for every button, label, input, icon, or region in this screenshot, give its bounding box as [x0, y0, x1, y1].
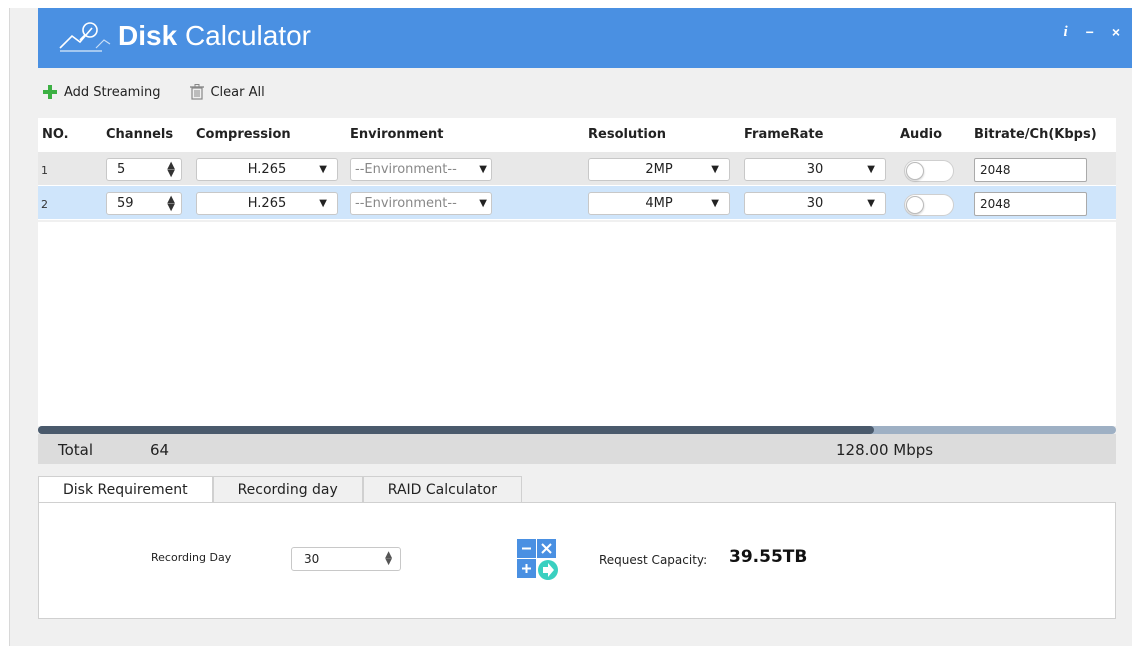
resolution-select[interactable]: 2MP ▼	[588, 158, 730, 181]
recording-day-value: 30	[304, 552, 320, 566]
framerate-value: 30	[806, 162, 824, 177]
chevron-down-icon: ▼	[867, 164, 875, 175]
header-audio: Audio	[900, 127, 943, 142]
compression-select[interactable]: H.265 ▼	[196, 158, 338, 181]
compression-value: H.265	[247, 196, 287, 211]
total-label: Total	[58, 441, 94, 459]
minimize-button[interactable]: −	[1086, 24, 1094, 41]
chevron-down-icon: ▼	[711, 164, 719, 175]
streaming-table: NO. Channels Compression Environment Res…	[38, 118, 1116, 220]
channels-value: 59	[117, 196, 134, 211]
resolution-select[interactable]: 4MP ▼	[588, 192, 730, 215]
toggle-knob	[906, 162, 924, 180]
environment-value: --Environment--	[355, 196, 457, 211]
disk-requirement-panel: Recording Day 30 ▲ ▼ Request Capacity: 39…	[38, 502, 1116, 619]
chevron-down-icon: ▼	[319, 164, 327, 175]
channels-value: 5	[117, 162, 126, 177]
toolbar: Add Streaming Clear All	[42, 84, 265, 100]
compression-select[interactable]: H.265 ▼	[196, 192, 338, 215]
app-title-bold: Disk	[118, 20, 178, 51]
clear-all-label: Clear All	[210, 84, 265, 100]
toggle-knob	[906, 196, 924, 214]
framerate-select[interactable]: 30 ▼	[744, 158, 886, 181]
up-down-arrows-icon[interactable]: ▲ ▼	[167, 161, 175, 179]
header-channels: Channels	[106, 127, 174, 142]
app-title: Disk Calculator	[118, 20, 311, 52]
framerate-value: 30	[806, 196, 824, 211]
environment-select[interactable]: --Environment-- ▼	[350, 158, 492, 181]
header-bitrate: Bitrate/Ch(Kbps)	[974, 127, 1097, 142]
audio-toggle[interactable]	[904, 194, 954, 216]
left-edge	[0, 8, 10, 646]
bitrate-input[interactable]: 2048	[974, 158, 1087, 182]
scrollbar-thumb[interactable]	[38, 426, 874, 434]
tab-raid-calculator[interactable]: RAID Calculator	[362, 476, 522, 503]
tab-disk-requirement[interactable]: Disk Requirement	[38, 476, 213, 504]
disk-calculator-window: Disk Calculator i − × Add Streaming Clea…	[0, 0, 1132, 646]
add-streaming-label: Add Streaming	[64, 84, 161, 100]
resolution-value: 2MP	[645, 162, 673, 177]
channels-stepper[interactable]: 5 ▲ ▼	[106, 158, 182, 181]
table-row[interactable]: 2 59 ▲ ▼ H.265 ▼ --Environment-- ▼ 4MP ▼ …	[38, 186, 1116, 220]
add-streaming-button[interactable]: Add Streaming	[42, 84, 160, 100]
bitrate-input[interactable]: 2048	[974, 192, 1087, 216]
total-bar: Total 64 128.00 Mbps	[38, 434, 1116, 464]
request-capacity-label: Request Capacity:	[599, 553, 708, 567]
table-header: NO. Channels Compression Environment Res…	[38, 118, 1116, 152]
total-bandwidth: 128.00 Mbps	[836, 441, 934, 459]
resolution-value: 4MP	[645, 196, 673, 211]
chevron-down-icon: ▼	[479, 198, 487, 209]
framerate-select[interactable]: 30 ▼	[744, 192, 886, 215]
app-title-rest: Calculator	[184, 20, 311, 51]
close-button[interactable]: ×	[1112, 24, 1120, 41]
horizontal-scrollbar[interactable]	[38, 426, 1116, 434]
total-channels: 64	[150, 441, 170, 459]
header-framerate: FrameRate	[744, 127, 824, 142]
audio-toggle[interactable]	[904, 160, 954, 182]
trash-icon	[190, 84, 205, 100]
header-no: NO.	[42, 127, 69, 142]
up-down-arrows-icon[interactable]: ▲ ▼	[167, 195, 175, 213]
tab-recording-day[interactable]: Recording day	[212, 476, 363, 503]
row-number: 2	[41, 198, 48, 211]
chevron-down-icon: ▼	[479, 164, 487, 175]
clear-all-button[interactable]: Clear All	[190, 84, 265, 100]
up-down-arrows-icon[interactable]: ▲ ▼	[385, 551, 392, 567]
request-capacity-value: 39.55TB	[729, 547, 808, 567]
tab-bar: Disk Requirement Recording day RAID Calc…	[38, 476, 522, 504]
chevron-down-icon: ▼	[319, 198, 327, 209]
chevron-down-icon: ▼	[867, 198, 875, 209]
chevron-down-icon: ▼	[711, 198, 719, 209]
environment-value: --Environment--	[355, 162, 457, 177]
window-controls: i − ×	[1063, 24, 1120, 41]
plus-icon	[42, 84, 58, 100]
channels-stepper[interactable]: 59 ▲ ▼	[106, 192, 182, 215]
compression-value: H.265	[247, 162, 287, 177]
app-logo: Disk Calculator	[58, 16, 311, 56]
recording-day-stepper[interactable]: 30 ▲ ▼	[291, 547, 401, 571]
header-environment: Environment	[350, 127, 444, 142]
table-empty-area	[38, 222, 1116, 426]
row-number: 1	[41, 164, 48, 177]
table-row[interactable]: 1 5 ▲ ▼ H.265 ▼ --Environment-- ▼ 2MP ▼ 3…	[38, 152, 1116, 186]
recording-day-label: Recording Day	[151, 551, 232, 564]
chart-search-icon	[59, 22, 111, 52]
environment-select[interactable]: --Environment-- ▼	[350, 192, 492, 215]
header-compression: Compression	[196, 127, 291, 142]
calculator-icon[interactable]	[517, 539, 559, 581]
header-resolution: Resolution	[588, 127, 667, 142]
info-button[interactable]: i	[1063, 24, 1067, 41]
